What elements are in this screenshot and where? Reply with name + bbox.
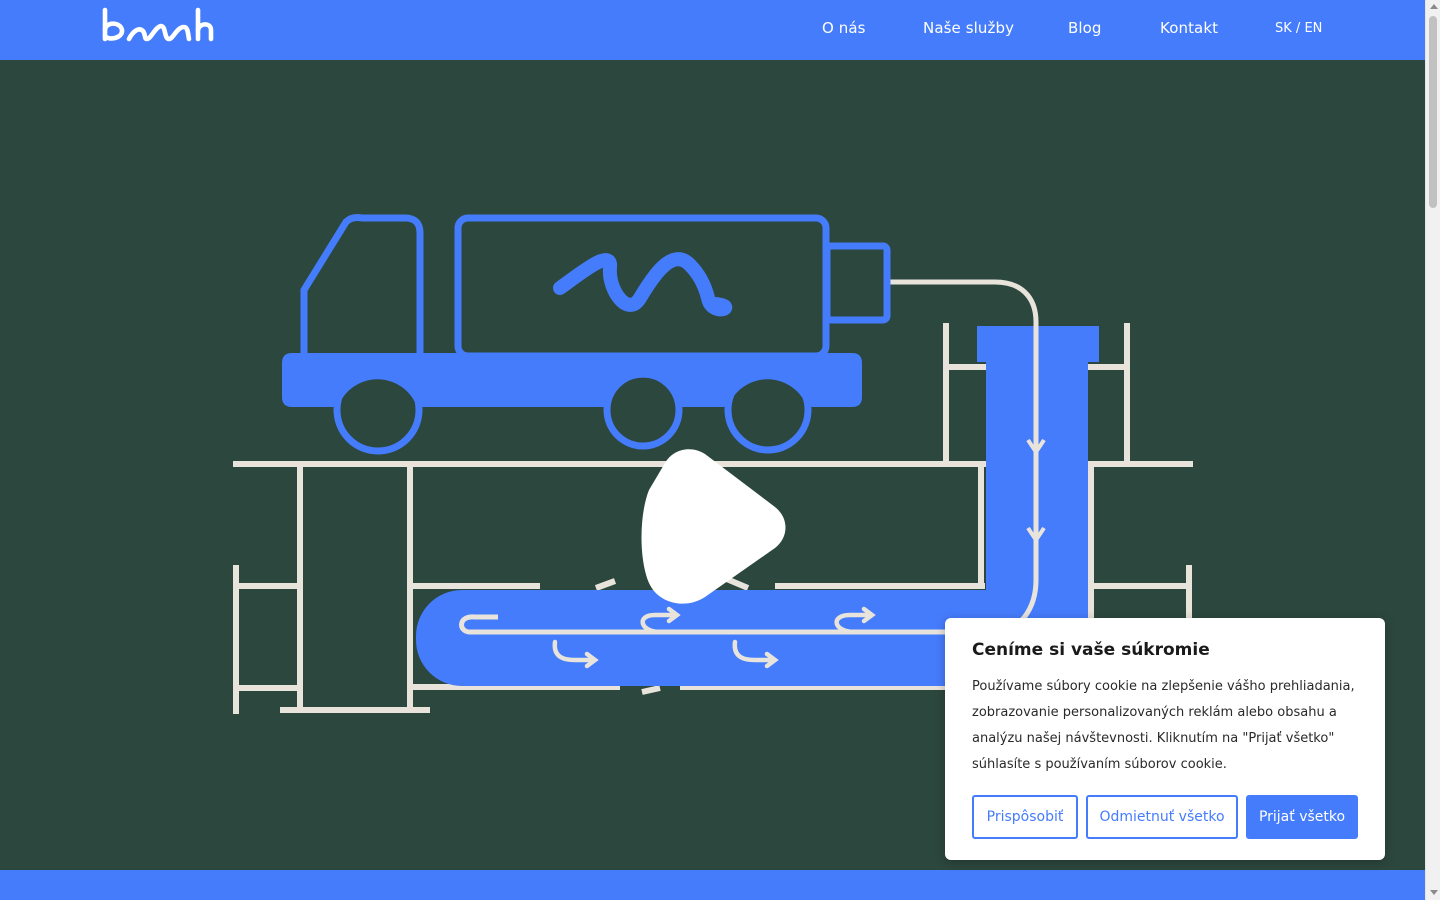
lang-sk[interactable]: SK xyxy=(1275,21,1292,36)
nav-link-kontakt[interactable]: Kontakt xyxy=(1160,19,1218,37)
nav-link-nase-sluzby[interactable]: Naše služby xyxy=(923,19,1014,37)
lang-en[interactable]: EN xyxy=(1304,21,1322,36)
language-switcher: SK / EN xyxy=(1275,21,1322,36)
lang-separator: / xyxy=(1295,21,1301,36)
page-scrollbar[interactable] xyxy=(1425,0,1440,900)
play-icon[interactable] xyxy=(635,445,795,610)
main-nav: O nás Naše služby Blog Kontakt xyxy=(0,0,1425,60)
accept-all-button[interactable]: Prijať všetko xyxy=(1246,795,1358,839)
footer-strip xyxy=(0,870,1425,900)
nav-link-o-nas[interactable]: O nás xyxy=(822,19,866,37)
cookie-consent-banner: Ceníme si vaše súkromie Používame súbory… xyxy=(945,618,1385,860)
scroll-thumb[interactable] xyxy=(1429,16,1437,208)
cookie-text: Používame súbory cookie na zlepšenie váš… xyxy=(972,679,1355,772)
customize-button[interactable]: Prispôsobiť xyxy=(972,795,1078,839)
nav-link-blog[interactable]: Blog xyxy=(1068,19,1102,37)
reject-all-button[interactable]: Odmietnuť všetko xyxy=(1086,795,1238,839)
scroll-up-arrow-icon[interactable] xyxy=(1430,4,1438,9)
scroll-down-arrow-icon[interactable] xyxy=(1430,890,1438,895)
cookie-title: Ceníme si vaše súkromie xyxy=(972,640,1210,660)
site-header: O nás Naše služby Blog Kontakt SK / EN xyxy=(0,0,1425,60)
